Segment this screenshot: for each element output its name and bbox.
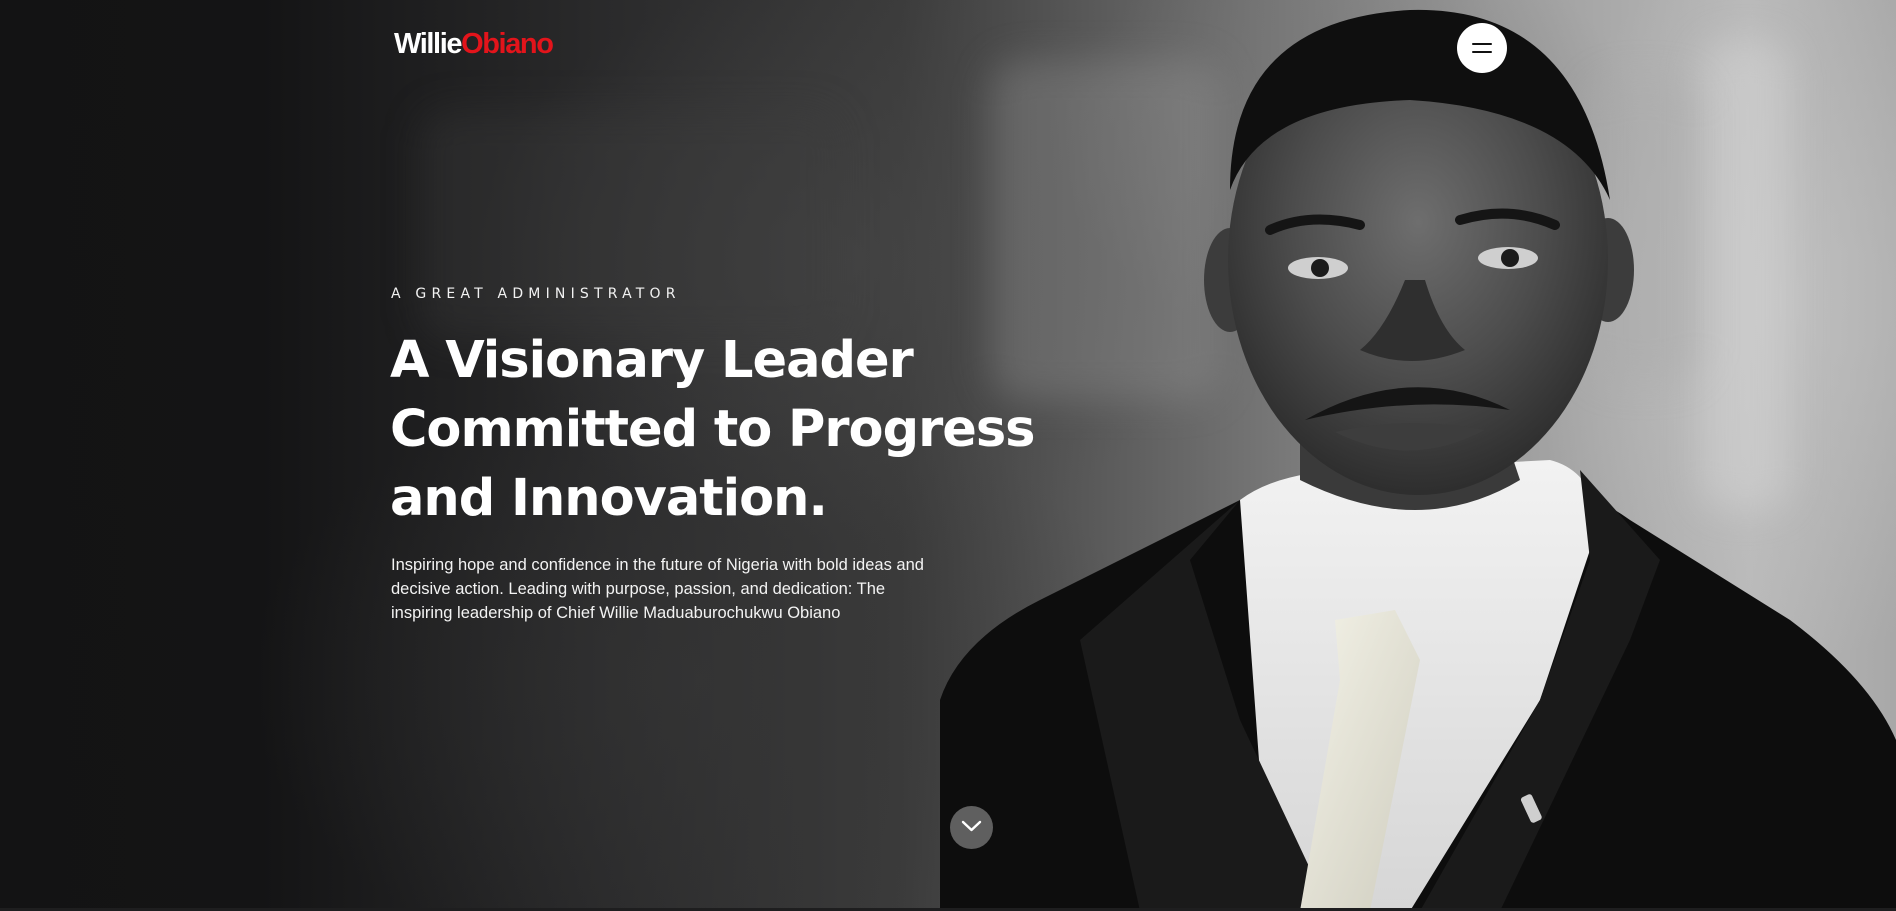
- description-line: Inspiring hope and confidence in the fut…: [391, 556, 924, 574]
- logo-last-name: Obiano: [461, 28, 554, 60]
- hero-eyebrow: A GREAT ADMINISTRATOR: [391, 286, 681, 302]
- hamburger-menu-icon: [1472, 43, 1492, 45]
- chevron-down-icon: [961, 820, 982, 832]
- site-logo[interactable]: WillieObiano: [394, 28, 554, 60]
- hero-description: Inspiring hope and confidence in the fut…: [391, 553, 971, 625]
- hero-headline: A Visionary Leader Committed to Progress…: [390, 326, 1036, 533]
- headline-line: A Visionary Leader: [390, 331, 914, 390]
- menu-button[interactable]: [1457, 23, 1507, 73]
- background-blur-shape: [420, 110, 840, 340]
- logo-first-name: Willie: [394, 28, 462, 60]
- description-line: decisive action. Leading with purpose, p…: [391, 580, 886, 598]
- headline-line: and Innovation.: [390, 469, 828, 528]
- scroll-down-button[interactable]: [950, 806, 993, 849]
- description-line: inspiring leadership of Chief Willie Mad…: [391, 604, 841, 622]
- headline-line: Committed to Progress: [390, 400, 1036, 459]
- hamburger-menu-icon-bar: [1472, 51, 1492, 53]
- hero-section: WillieObiano A GREAT ADMINISTRATOR A Vis…: [0, 0, 1896, 911]
- portrait-photo: [940, 9, 1896, 911]
